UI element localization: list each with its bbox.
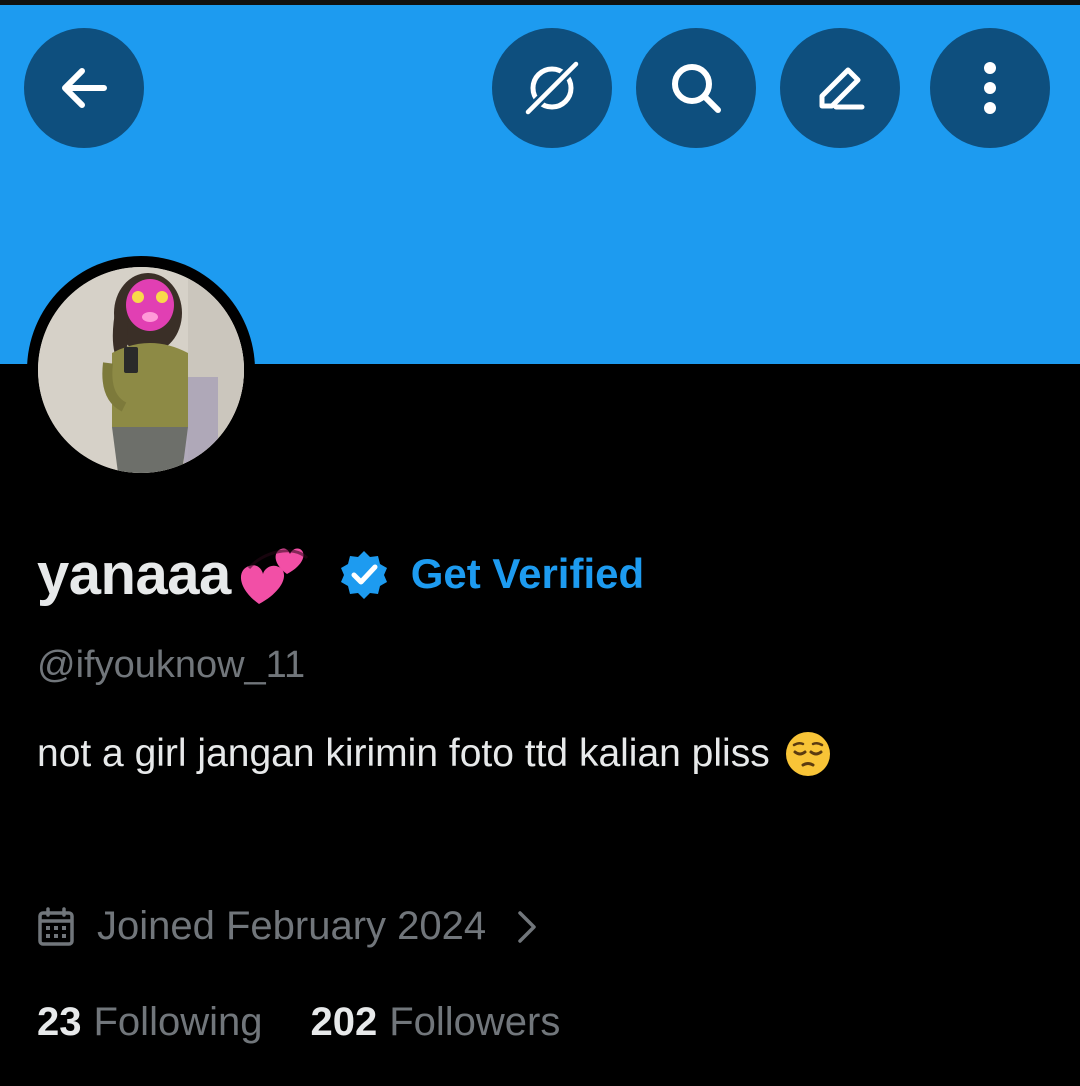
profile-bio: not a girl jangan kirimin foto ttd kalia… [37,730,832,778]
search-icon [672,64,721,113]
display-name: yanaaa [37,541,231,607]
avatar-photo [38,267,244,473]
two-hearts-emoji [233,534,313,614]
back-button[interactable] [24,28,144,148]
profile-page: yanaaa Get Verified @ifyouknow_11 not a … [0,0,1080,1086]
get-verified-link[interactable]: Get Verified [411,550,644,598]
bio-text: not a girl jangan kirimin foto ttd kalia… [37,732,770,775]
more-options-button[interactable] [930,28,1050,148]
joined-date: Joined February 2024 [97,904,487,948]
avatar[interactable] [38,267,244,473]
grok-button[interactable] [492,28,612,148]
profile-handle: @ifyouknow_11 [37,644,306,686]
following-stat[interactable]: 23 Following [37,1000,262,1045]
followers-stat[interactable]: 202 Followers [310,1000,560,1045]
chevron-right-icon [516,909,538,945]
joined-date-row[interactable]: Joined February 2024 [37,904,538,949]
edit-icon [819,67,865,110]
followers-count: 202 [310,1000,378,1044]
follow-stats: 23 Following 202 Followers [37,1000,560,1045]
calendar-icon [38,906,74,946]
back-arrow-icon [62,68,107,108]
search-button[interactable] [636,28,756,148]
name-row: yanaaa Get Verified [37,534,644,614]
verified-badge-icon[interactable] [339,549,389,599]
more-icon [984,62,996,114]
following-label: Following [93,1000,263,1044]
followers-label: Followers [389,1000,561,1044]
edit-button[interactable] [780,28,900,148]
grok-icon [524,60,580,116]
following-count: 23 [37,1000,82,1044]
status-bar-edge [0,0,1080,5]
pensive-face-emoji [784,730,832,778]
